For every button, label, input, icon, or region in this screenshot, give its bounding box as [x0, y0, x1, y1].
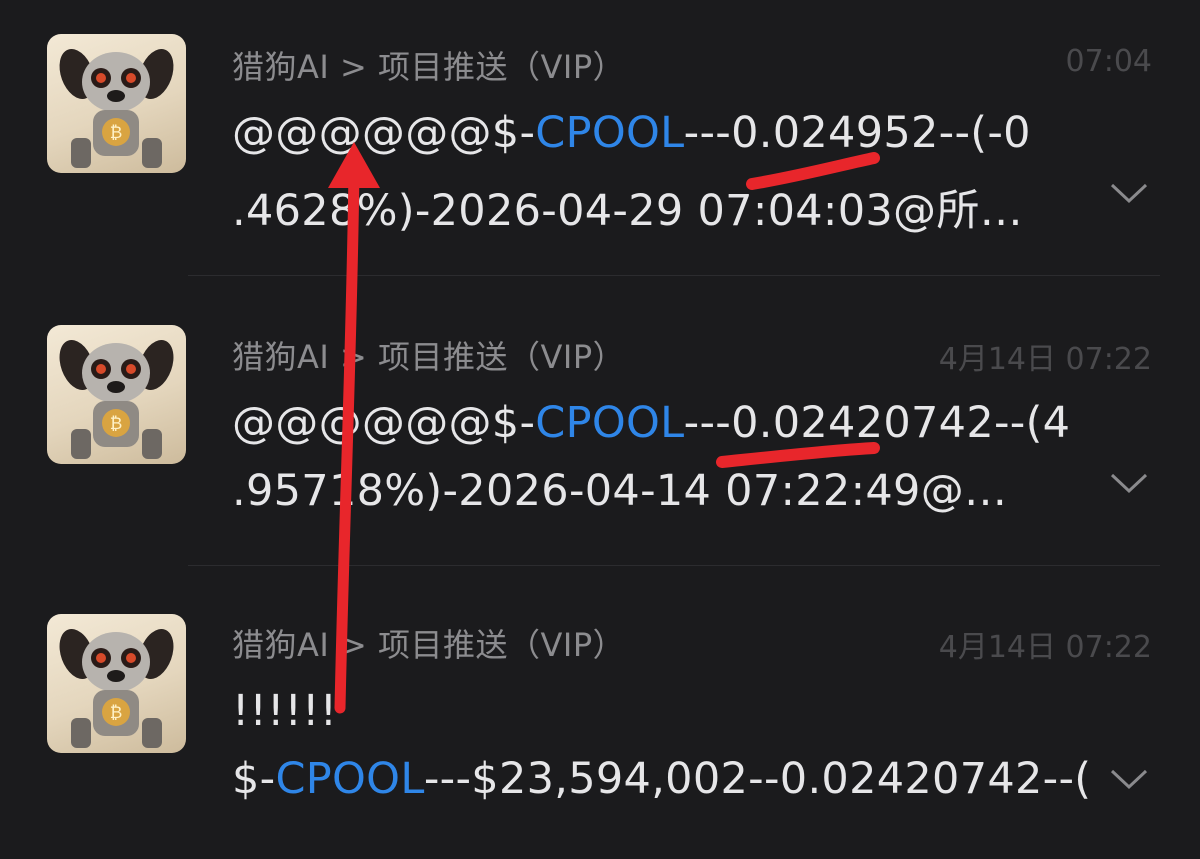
- ticker-symbol[interactable]: CPOOL: [535, 398, 683, 448]
- message-prefix: @@@@@@$-: [232, 398, 536, 448]
- robot-dog-avatar-icon[interactable]: ₿: [47, 325, 186, 464]
- message-item[interactable]: ₿ 猎狗AI > 项目推送（VIP） 4月14日 07:22 @@@@@@$-C…: [0, 276, 1200, 566]
- chevron-down-icon[interactable]: [1108, 180, 1150, 206]
- sender-name: 猎狗AI > 项目推送（VIP）: [232, 48, 626, 86]
- sender-name: 猎狗AI > 项目推送（VIP）: [232, 338, 626, 376]
- robot-dog-avatar-icon[interactable]: ₿: [47, 614, 186, 753]
- message-prefix: $-: [232, 754, 276, 804]
- message-text-line-1: @@@@@@$-CPOOL---0.024952--(-0: [232, 108, 1031, 158]
- ticker-symbol[interactable]: CPOOL: [275, 754, 423, 804]
- chevron-down-icon[interactable]: [1108, 766, 1150, 792]
- message-text-line-1: !!!!!!: [232, 686, 338, 736]
- message-list: ₿ 猎狗AI > 项目推送（VIP） 07:04 @@@@@@$-CPOOL--…: [0, 0, 1200, 859]
- message-price: ---0.02420742--(4: [683, 398, 1071, 448]
- svg-text:₿: ₿: [110, 123, 123, 143]
- chevron-down-icon[interactable]: [1108, 470, 1150, 496]
- message-time: 4月14日 07:22: [938, 342, 1152, 377]
- message-text-line-2: $-CPOOL---$23,594,002--0.02420742--(: [232, 754, 1091, 804]
- message-text-line-2: .95718%)-2026-04-14 07:22:49@…: [232, 466, 1008, 516]
- message-text-line-1: @@@@@@$-CPOOL---0.02420742--(4: [232, 398, 1070, 448]
- message-price: ---$23,594,002--0.02420742--(: [423, 754, 1092, 804]
- sender-name: 猎狗AI > 项目推送（VIP）: [232, 626, 626, 664]
- message-text-line-2: .4628%)-2026-04-29 07:04:03@所…: [232, 186, 1023, 236]
- message-time: 07:04: [1065, 44, 1152, 79]
- message-prefix: @@@@@@$-: [232, 108, 536, 158]
- ticker-symbol[interactable]: CPOOL: [535, 108, 683, 158]
- robot-dog-avatar-icon[interactable]: ₿: [47, 34, 186, 173]
- svg-text:₿: ₿: [110, 703, 123, 723]
- message-price: ---0.024952--(-0: [683, 108, 1031, 158]
- message-item[interactable]: ₿ 猎狗AI > 项目推送（VIP） 4月14日 07:22 !!!!!! $-…: [0, 566, 1200, 859]
- message-time: 4月14日 07:22: [938, 630, 1152, 665]
- svg-text:₿: ₿: [110, 414, 123, 434]
- message-item[interactable]: ₿ 猎狗AI > 项目推送（VIP） 07:04 @@@@@@$-CPOOL--…: [0, 0, 1200, 276]
